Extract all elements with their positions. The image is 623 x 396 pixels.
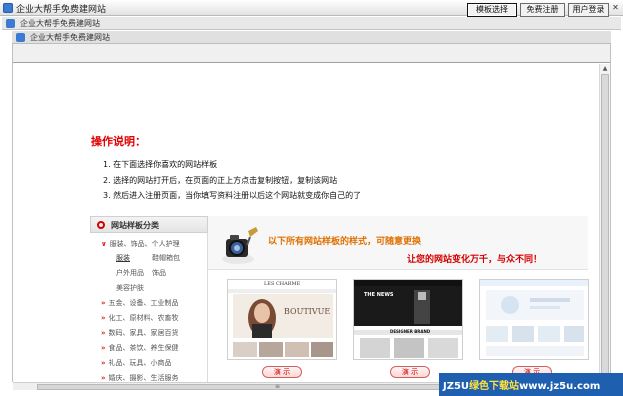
watermark: JZ5U绿色下载站www.jz5u.com xyxy=(439,373,623,396)
template-thumbnail-3[interactable] xyxy=(479,279,589,360)
category-group-digital[interactable]: » 数码、家具、家居百货 xyxy=(101,328,179,338)
scroll-up-icon[interactable]: ▲ xyxy=(601,65,609,73)
category-group-apparel[interactable]: ∨ 服装、饰品、个人护理 xyxy=(101,239,180,249)
category-group-hardware[interactable]: » 五金、设备、工业制品 xyxy=(101,298,179,308)
subcategory-accessories[interactable]: 饰品 xyxy=(152,268,166,278)
subcategory-shoes-bags[interactable]: 鞋帽箱包 xyxy=(152,253,180,263)
category-panel-header: 网站样板分类 xyxy=(90,216,208,233)
chevron-down-icon: ∨ xyxy=(101,240,107,248)
double-chevron-right-icon: » xyxy=(101,374,106,382)
toolbar xyxy=(13,44,610,63)
double-chevron-right-icon: » xyxy=(101,314,106,322)
category-group-food[interactable]: » 食品、茶饮、养生保健 xyxy=(101,343,179,353)
instruction-line-1: 1. 在下面选择你喜欢的网站样板 xyxy=(103,160,218,169)
banner-line-2: 让您的网站变化万千，与众不同！ xyxy=(407,255,543,265)
inner-window-2-title: 企业大帮手免费建网站 xyxy=(30,33,110,42)
login-button[interactable]: 用户登录 xyxy=(568,3,609,17)
inner-window-2-titlebar: 企业大帮手免费建网站 xyxy=(12,31,611,44)
demo-button-2[interactable]: 演 示 xyxy=(390,366,430,378)
close-icon[interactable]: ✕ xyxy=(611,3,620,12)
inner-window-1-title: 企业大帮手免费建网站 xyxy=(20,19,100,28)
category-group-gifts[interactable]: » 礼品、玩具、小商品 xyxy=(101,358,172,368)
template-2-headline: DESIGNER BRAND xyxy=(390,329,431,334)
watermark-text: JZ5U绿色下载站www.jz5u.com xyxy=(443,381,601,392)
grip-icon: ≡ xyxy=(275,383,281,390)
template-thumbnail-2[interactable]: THE NEWS DESIGNER BRAND xyxy=(353,279,463,360)
banner-line-1: 以下所有网站样板的样式，可随意更换 xyxy=(268,237,422,247)
template-thumbnail-1[interactable]: LES CHARME BOUTIVUE xyxy=(227,279,337,360)
window-title: 企业大帮手免费建网站 xyxy=(16,5,107,15)
instruction-line-2: 2. 选择的网站打开后，在页面的正上方点击复制按钮，复制该网站 xyxy=(103,176,338,185)
double-chevron-right-icon: » xyxy=(101,299,106,307)
double-chevron-right-icon: » xyxy=(101,359,106,367)
app-icon xyxy=(16,33,25,42)
subcategory-clothing[interactable]: 服装 xyxy=(116,253,130,263)
double-chevron-right-icon: » xyxy=(101,344,106,352)
instructions-title: 操作说明： xyxy=(91,135,146,148)
circle-icon xyxy=(97,221,105,229)
camera-icon xyxy=(222,227,258,264)
vertical-scrollbar[interactable]: ▲ ▼ xyxy=(599,64,610,382)
template-preview-1 xyxy=(228,280,336,359)
app-icon xyxy=(3,3,13,13)
template-select-button[interactable]: 模板选择 xyxy=(467,3,517,17)
template-preview-3 xyxy=(480,280,588,359)
instruction-line-3: 3. 然后进入注册页面，当你填写资料注册以后这个网站就变成你自己的了 xyxy=(103,191,362,200)
subcategory-outdoor[interactable]: 户外用品 xyxy=(116,268,144,278)
subcategory-skincare[interactable]: 美容护肤 xyxy=(116,283,144,293)
inner-window-1-titlebar: 企业大帮手免费建网站 xyxy=(2,17,621,30)
app-icon xyxy=(6,19,15,28)
vertical-scroll-thumb[interactable] xyxy=(601,74,609,374)
category-group-chemical[interactable]: » 化工、原材料、农畜牧 xyxy=(101,313,179,323)
template-2-brand: THE NEWS xyxy=(364,292,394,298)
category-panel-title: 网站样板分类 xyxy=(111,221,159,230)
register-button[interactable]: 免费注册 xyxy=(520,3,565,17)
double-chevron-right-icon: » xyxy=(101,329,106,337)
template-1-headline: BOUTIVUE xyxy=(284,307,331,316)
template-1-brand: LES CHARME xyxy=(264,281,301,287)
demo-button-1[interactable]: 演 示 xyxy=(262,366,302,378)
